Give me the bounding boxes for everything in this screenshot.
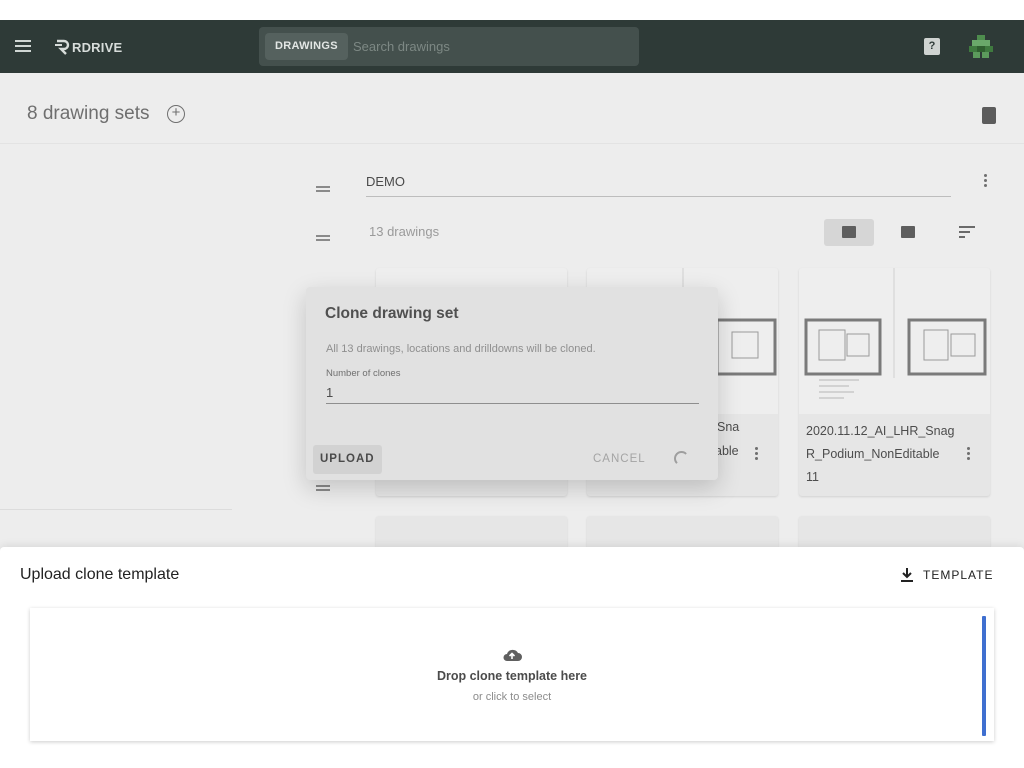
logo-mark-icon — [55, 39, 70, 55]
download-template-button[interactable]: TEMPLATE — [900, 565, 993, 585]
drawing-set-name[interactable]: DEMO — [366, 174, 405, 189]
search-input[interactable] — [353, 33, 629, 60]
search-bar: DRAWINGS — [259, 27, 639, 66]
more-vert-icon[interactable] — [967, 447, 971, 463]
clones-count-field[interactable] — [326, 382, 699, 404]
clone-dialog: Clone drawing set All 13 drawings, locat… — [306, 287, 718, 480]
more-vert-icon[interactable] — [984, 174, 988, 190]
image-view-button[interactable] — [824, 219, 874, 246]
page-title: 8 drawing sets — [27, 103, 150, 124]
dialog-title: Clone drawing set — [325, 305, 459, 322]
add-circle-icon[interactable]: + — [167, 105, 185, 123]
gallery-view-button[interactable] — [883, 219, 933, 246]
dropzone-subtitle: or click to select — [472, 691, 552, 703]
loading-spinner-icon — [674, 451, 689, 466]
cloud-upload-icon — [503, 649, 522, 661]
logo[interactable]: RDRIVE — [55, 37, 122, 57]
drawing-count: 13 drawings — [369, 224, 440, 239]
sort-icon[interactable] — [959, 226, 975, 238]
drawing-card[interactable]: 2020.11.12_AI_LHR_SnagR_Podium_NonEditab… — [799, 268, 990, 496]
app-shell: RDRIVE DRAWINGS ? 8 drawing sets + DEMO … — [0, 20, 1024, 768]
upload-sheet: Upload clone template TEMPLATE Drop clon… — [0, 547, 1024, 768]
drag-handle-icon[interactable] — [316, 186, 330, 192]
template-dropzone[interactable]: Drop clone template here or click to sel… — [30, 608, 994, 741]
drag-handle-icon[interactable] — [316, 485, 330, 491]
search-scope-chip[interactable]: DRAWINGS — [265, 33, 348, 60]
logo-text: RDRIVE — [72, 39, 123, 55]
more-vert-icon[interactable] — [755, 447, 759, 463]
drag-handle-icon[interactable] — [316, 235, 330, 241]
set-name-underline — [366, 196, 951, 197]
cancel-button[interactable]: CANCEL — [593, 453, 646, 465]
top-bar: RDRIVE DRAWINGS ? — [0, 20, 1024, 73]
book-icon[interactable] — [982, 107, 996, 124]
dropzone-title: Drop clone template here — [436, 669, 588, 683]
menu-icon[interactable] — [15, 40, 31, 52]
header-divider — [0, 143, 1024, 144]
sheet-title: Upload clone template — [20, 566, 180, 583]
download-icon — [901, 568, 913, 582]
floor-plan-image — [804, 268, 987, 399]
drawing-thumbnail — [799, 268, 990, 414]
drawing-title: 2020.11.12_AI_LHR_SnagR_Podium_NonEditab… — [806, 424, 955, 484]
template-label: TEMPLATE — [923, 568, 994, 582]
clones-field-label: Number of clones — [326, 368, 401, 379]
sidebar-divider — [0, 509, 232, 510]
scroll-indicator — [982, 616, 986, 736]
drawing-title-fragment: able — [715, 444, 739, 458]
help-icon[interactable]: ? — [924, 38, 940, 55]
gallery-icon — [901, 226, 915, 238]
dialog-description: All 13 drawings, locations and drilldown… — [326, 343, 596, 355]
image-icon — [842, 226, 856, 238]
upload-button[interactable]: UPLOAD — [313, 445, 382, 474]
avatar[interactable] — [968, 34, 994, 60]
drawing-title-fragment: Sna — [717, 420, 740, 434]
